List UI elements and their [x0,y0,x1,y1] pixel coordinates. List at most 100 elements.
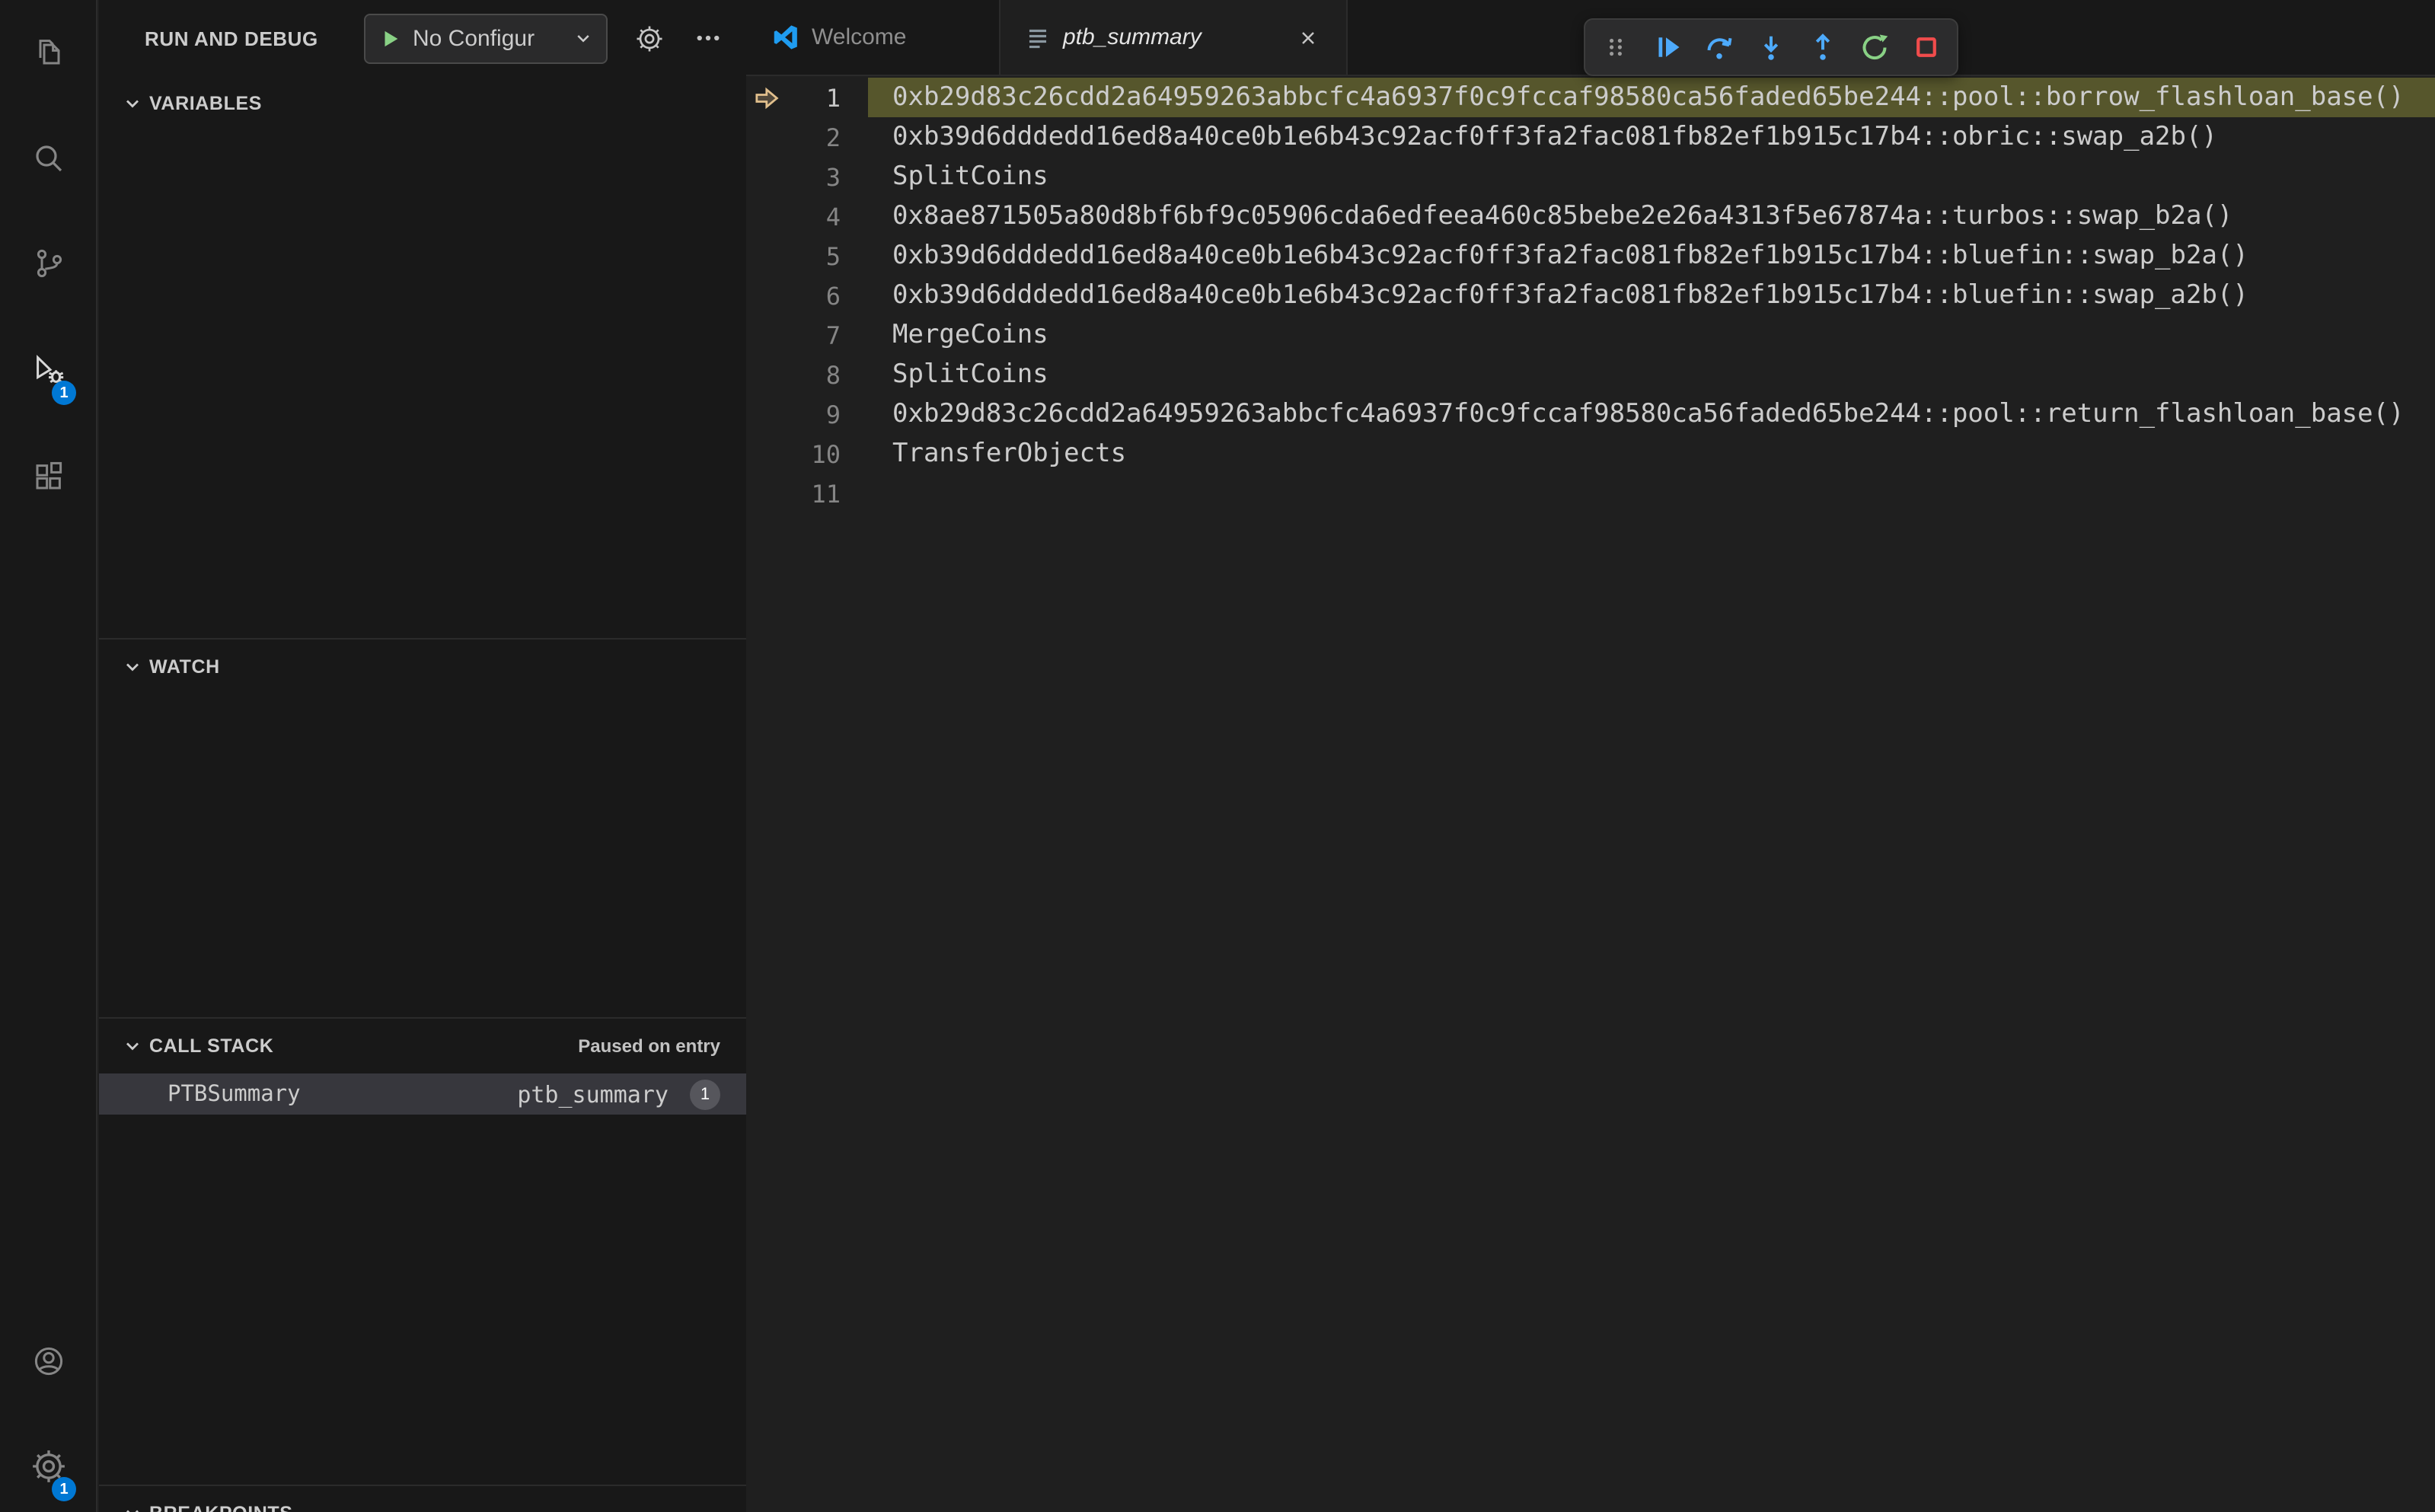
code-line[interactable]: 10 TransferObjects [746,434,2435,474]
step-over-button[interactable] [1693,21,1745,73]
variables-label: VARIABLES [149,93,263,114]
sidebar-title: RUN AND DEBUG [145,27,318,49]
activity-settings[interactable]: 1 [0,1430,96,1503]
editor-area: Welcome ptb_summary 1 0xb29d83c26cdd2a64… [746,0,2435,1512]
call-stack-frame[interactable]: PTBSummary ptb_summary 1 [99,1073,746,1115]
line-number[interactable]: 8 [786,360,841,389]
vscode-logo-icon [771,23,799,52]
gutter-glyph[interactable] [746,157,786,196]
line-number[interactable]: 7 [786,321,841,349]
watch-section: WATCH [99,638,746,1017]
debug-badge: 1 [52,381,76,405]
line-number[interactable]: 1 [786,83,841,112]
line-number[interactable]: 5 [786,241,841,270]
debug-settings-gear-icon[interactable] [635,24,664,53]
extensions-icon [30,458,66,495]
code-line[interactable]: 4 0x8ae871505a80d8bf6bf9c05906cda6edfeea… [746,196,2435,236]
line-text[interactable]: 0xb39d6dddedd16ed8a40ce0b1e6b43c92acf0ff… [868,276,2435,315]
code-line[interactable]: 9 0xb29d83c26cdd2a64959263abbcfc4a6937f0… [746,394,2435,434]
tab-welcome-label: Welcome [812,24,907,50]
code-line[interactable]: 3 SplitCoins [746,157,2435,196]
gripper-icon[interactable] [1590,21,1642,73]
account-icon [30,1343,66,1380]
code-line[interactable]: 11 [746,474,2435,513]
gutter-glyph[interactable] [746,117,786,157]
activity-run-and-debug[interactable]: 1 [0,333,96,407]
paused-status: Paused on entry [578,1035,720,1057]
files-icon [30,33,66,70]
current-frame-arrow-icon [746,78,786,117]
continue-button[interactable] [1642,21,1693,73]
chevron-down-icon [122,93,143,114]
step-out-button[interactable] [1797,21,1849,73]
chevron-down-icon [574,29,592,47]
line-text[interactable]: 0xb39d6dddedd16ed8a40ce0b1e6b43c92acf0ff… [868,117,2435,157]
call-stack-label: CALL STACK [149,1035,274,1057]
frame-file: ptb_summary [517,1080,669,1108]
frame-line-badge: 1 [690,1079,720,1109]
line-text[interactable]: TransferObjects [868,434,2435,474]
search-icon [30,140,66,177]
gutter-glyph[interactable] [746,355,786,394]
activity-search[interactable] [0,122,96,195]
line-text[interactable]: SplitCoins [868,157,2435,196]
gutter-glyph[interactable] [746,196,786,236]
code-line[interactable]: 8 SplitCoins [746,355,2435,394]
tab-bar: Welcome ptb_summary [746,0,2435,76]
breakpoints-label: BREAKPOINTS [149,1503,293,1512]
gutter-glyph[interactable] [746,236,786,276]
source-control-icon [30,245,66,282]
debug-toolbar [1584,18,1958,76]
gutter-glyph[interactable] [746,394,786,434]
code-line[interactable]: 7 MergeCoins [746,315,2435,355]
start-debug-icon [379,27,402,49]
line-number[interactable]: 11 [786,479,841,508]
line-text[interactable]: 0xb39d6dddedd16ed8a40ce0b1e6b43c92acf0ff… [868,236,2435,276]
chevron-down-icon [122,656,143,678]
line-text[interactable]: MergeCoins [868,315,2435,355]
activity-source-control[interactable] [0,227,96,300]
stop-button[interactable] [1900,21,1952,73]
call-stack-header[interactable]: CALL STACK Paused on entry [99,1019,746,1073]
variables-header[interactable]: VARIABLES [99,76,746,131]
chevron-down-icon [122,1035,143,1057]
more-actions-icon[interactable] [694,24,722,52]
breakpoints-section: BREAKPOINTS [99,1485,746,1512]
gutter-glyph[interactable] [746,434,786,474]
breakpoints-header[interactable]: BREAKPOINTS [99,1486,746,1512]
debug-config-dropdown[interactable]: No Configur [364,13,608,63]
line-number[interactable]: 4 [786,202,841,231]
gutter-glyph[interactable] [746,315,786,355]
watch-header[interactable]: WATCH [99,640,746,694]
line-text[interactable]: 0x8ae871505a80d8bf6bf9c05906cda6edfeea46… [868,196,2435,236]
line-number[interactable]: 2 [786,123,841,152]
line-number[interactable]: 9 [786,400,841,429]
activity-bar: 1 1 [0,0,97,1512]
gutter-glyph[interactable] [746,474,786,513]
line-text[interactable] [868,474,2435,513]
line-text[interactable]: 0xb29d83c26cdd2a64959263abbcfc4a6937f0c9… [868,78,2435,117]
tab-welcome[interactable]: Welcome [746,0,1000,75]
call-stack-section: CALL STACK Paused on entry PTBSummary pt… [99,1017,746,1485]
run-and-debug-sidebar: RUN AND DEBUG No Configur VARIABLES WATC… [99,0,746,1512]
line-number[interactable]: 10 [786,439,841,468]
tab-ptb-summary[interactable]: ptb_summary [1000,0,1348,75]
code-line[interactable]: 6 0xb39d6dddedd16ed8a40ce0b1e6b43c92acf0… [746,276,2435,315]
gutter-glyph[interactable] [746,276,786,315]
close-icon[interactable] [1294,24,1322,51]
line-number[interactable]: 6 [786,281,841,310]
sidebar-header: RUN AND DEBUG No Configur [99,0,746,76]
code-line[interactable]: 5 0xb39d6dddedd16ed8a40ce0b1e6b43c92acf0… [746,236,2435,276]
restart-button[interactable] [1849,21,1900,73]
code-line[interactable]: 1 0xb29d83c26cdd2a64959263abbcfc4a6937f0… [746,78,2435,117]
line-text[interactable]: SplitCoins [868,355,2435,394]
activity-explorer[interactable] [0,15,96,88]
activity-extensions[interactable] [0,440,96,513]
code-line[interactable]: 2 0xb39d6dddedd16ed8a40ce0b1e6b43c92acf0… [746,117,2435,157]
line-text[interactable]: 0xb29d83c26cdd2a64959263abbcfc4a6937f0c9… [868,394,2435,434]
vscode-window: 1 1 RUN AND DEBUG No Configur VARIABLES … [0,0,2435,1512]
line-number[interactable]: 3 [786,162,841,191]
step-into-button[interactable] [1745,21,1797,73]
code-editor[interactable]: 1 0xb29d83c26cdd2a64959263abbcfc4a6937f0… [746,78,2435,1512]
activity-accounts[interactable] [0,1325,96,1398]
